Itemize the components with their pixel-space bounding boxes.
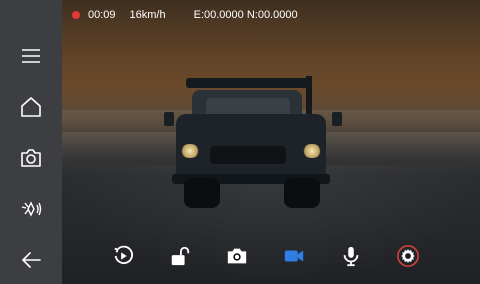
- bottom-toolbar: [62, 228, 480, 284]
- dashcam-app: 00:09 16km/h E:00.0000 N:00.0000: [0, 0, 480, 284]
- gps-coordinates: E:00.0000 N:00.0000: [193, 9, 298, 21]
- lock-file-button[interactable]: [167, 243, 193, 269]
- sidebar: [0, 0, 62, 284]
- speed-readout: 16km/h: [129, 9, 166, 21]
- recording-time: 00:09: [88, 9, 116, 21]
- capture-button[interactable]: [0, 134, 62, 181]
- status-bar: 00:09 16km/h E:00.0000 N:00.0000: [62, 0, 480, 30]
- home-icon: [21, 96, 41, 117]
- parking-sensor-icon: [21, 201, 42, 217]
- microphone-button[interactable]: [338, 243, 364, 269]
- home-button[interactable]: [0, 83, 62, 130]
- recording-indicator: [72, 11, 80, 19]
- parking-assist-button[interactable]: [0, 186, 62, 233]
- headlight-left: [180, 144, 200, 158]
- settings-button[interactable]: [395, 243, 421, 269]
- microphone-icon: [343, 246, 359, 267]
- menu-icon: [22, 48, 40, 63]
- headlight-right: [302, 144, 322, 158]
- record-video-button[interactable]: [281, 243, 307, 269]
- playback-button[interactable]: [110, 243, 136, 269]
- menu-button[interactable]: [0, 32, 62, 79]
- replay-icon: [114, 245, 133, 265]
- snapshot-button[interactable]: [224, 243, 250, 269]
- back-button[interactable]: [0, 237, 62, 284]
- vehicle-in-view: [164, 74, 342, 209]
- back-arrow-icon: [22, 252, 41, 269]
- camera-icon: [21, 149, 41, 167]
- video-camera-icon: [284, 250, 304, 262]
- snapshot-icon: [227, 248, 247, 264]
- unlock-icon: [171, 246, 190, 266]
- settings-icon: [397, 245, 419, 267]
